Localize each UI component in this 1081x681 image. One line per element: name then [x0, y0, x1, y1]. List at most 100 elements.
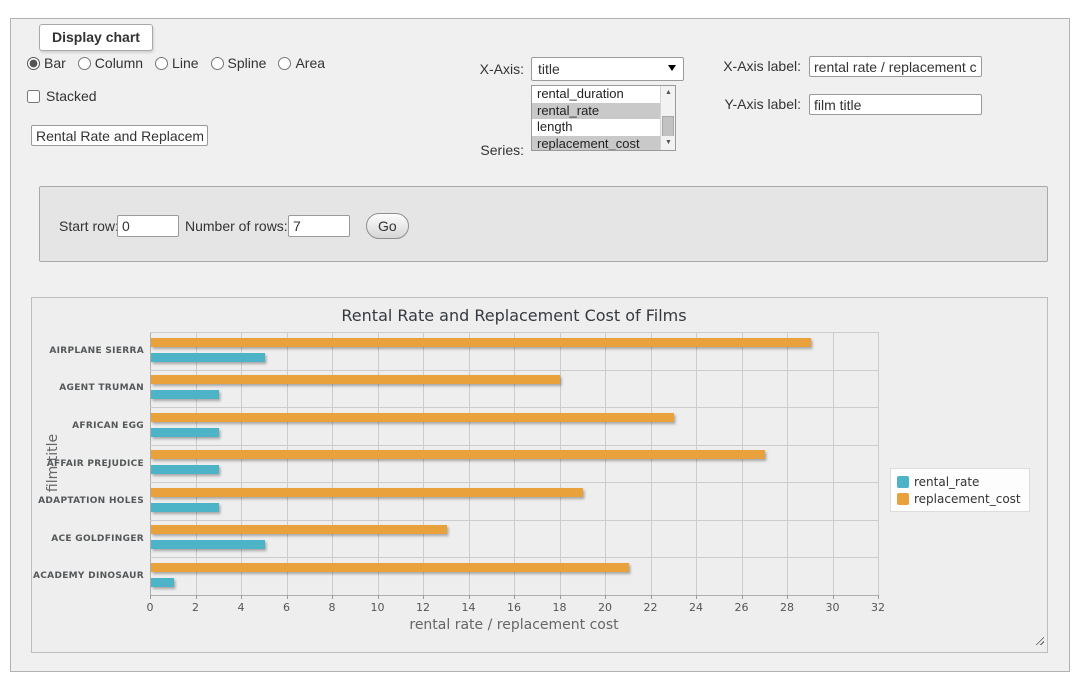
x-tick-label: 6 — [267, 601, 307, 614]
x-tick-label: 14 — [449, 601, 489, 614]
x-tick-label: 2 — [176, 601, 216, 614]
chart-type-radio-bar[interactable] — [27, 57, 40, 70]
x-tick-label: 20 — [585, 601, 625, 614]
bar-replacement_cost[interactable] — [151, 413, 674, 422]
x-tick-mark — [833, 595, 834, 599]
x-tick-mark — [742, 595, 743, 599]
scroll-down-icon[interactable]: ▼ — [661, 136, 676, 150]
x-tick-mark — [560, 595, 561, 599]
chart-container: Rental Rate and Replacement Cost of Film… — [31, 297, 1048, 653]
y-axis-label-input[interactable] — [809, 94, 982, 115]
resize-grip-icon[interactable] — [1033, 634, 1044, 645]
x-axis-label-caption: X-Axis label: — [651, 58, 801, 74]
x-tick-mark — [332, 595, 333, 599]
x-tick-mark — [241, 595, 242, 599]
chart-type-radio-label: Bar — [44, 55, 66, 71]
x-tick-mark — [514, 595, 515, 599]
x-tick-mark — [287, 595, 288, 599]
chart-type-radio-label: Area — [295, 55, 325, 71]
go-button[interactable]: Go — [366, 213, 409, 239]
plot-area — [150, 332, 878, 595]
chart-type-radio-label: Column — [95, 55, 143, 71]
x-tick-mark — [787, 595, 788, 599]
bar-replacement_cost[interactable] — [151, 375, 560, 384]
x-tick-mark — [469, 595, 470, 599]
x-tick-label: 16 — [494, 601, 534, 614]
category-label: AIRPLANE SIERRA — [32, 346, 144, 356]
legend-label: rental_rate — [914, 475, 979, 489]
category-label: AFFAIR PREJUDICE — [32, 459, 144, 469]
chart-type-radio-label: Spline — [228, 55, 267, 71]
chart-title-input[interactable] — [31, 125, 208, 146]
x-tick-mark — [150, 595, 151, 599]
chart-type-radios: Bar Column Line Spline Area — [27, 55, 333, 71]
chart-type-option-bar[interactable]: Bar — [27, 55, 66, 71]
x-axis-select-value: title — [538, 61, 560, 77]
series-list-label: Series: — [429, 142, 524, 158]
bar-rental_rate[interactable] — [151, 353, 265, 362]
x-tick-mark — [423, 595, 424, 599]
legend-label: replacement_cost — [914, 492, 1021, 506]
x-tick-label: 30 — [813, 601, 853, 614]
x-tick-label: 8 — [312, 601, 352, 614]
x-tick-mark — [196, 595, 197, 599]
x-axis-select-label: X-Axis: — [419, 61, 524, 77]
bar-replacement_cost[interactable] — [151, 488, 583, 497]
chart-type-option-line[interactable]: Line — [155, 55, 198, 71]
category-label: ACE GOLDFINGER — [32, 534, 144, 544]
start-row-label: Start row: — [59, 218, 119, 234]
series-listbox[interactable]: rental_durationrental_ratelengthreplacem… — [531, 85, 676, 151]
bar-replacement_cost[interactable] — [151, 338, 811, 347]
start-row-input[interactable] — [117, 215, 179, 237]
category-label: ACADEMY DINOSAUR — [32, 571, 144, 581]
row-range-panel: Start row: Number of rows: Go — [39, 186, 1048, 262]
bar-replacement_cost[interactable] — [151, 525, 447, 534]
bar-rental_rate[interactable] — [151, 465, 219, 474]
bar-rental_rate[interactable] — [151, 428, 219, 437]
chart-type-option-column[interactable]: Column — [78, 55, 143, 71]
fieldset-legend: Display chart — [39, 24, 153, 51]
stacked-label: Stacked — [46, 88, 97, 104]
number-of-rows-input[interactable] — [288, 215, 350, 237]
x-tick-label: 28 — [767, 601, 807, 614]
chart-type-radio-column[interactable] — [78, 57, 91, 70]
x-tick-label: 22 — [631, 601, 671, 614]
y-axis-label-caption: Y-Axis label: — [651, 96, 801, 112]
chart-type-option-area[interactable]: Area — [278, 55, 325, 71]
x-tick-label: 12 — [403, 601, 443, 614]
chart-type-radio-spline[interactable] — [211, 57, 224, 70]
x-tick-mark — [878, 595, 879, 599]
category-label: ADAPTATION HOLES — [32, 496, 144, 506]
chart-type-option-spline[interactable]: Spline — [211, 55, 267, 71]
x-tick-label: 4 — [221, 601, 261, 614]
chart-x-axis-title: rental rate / replacement cost — [150, 617, 878, 633]
chart-legend: rental_rate replacement_cost — [890, 468, 1030, 512]
chart-type-radio-area[interactable] — [278, 57, 291, 70]
bar-rental_rate[interactable] — [151, 578, 174, 587]
bar-replacement_cost[interactable] — [151, 450, 765, 459]
x-tick-label: 26 — [722, 601, 762, 614]
bar-replacement_cost[interactable] — [151, 563, 629, 572]
number-of-rows-label: Number of rows: — [185, 218, 288, 234]
x-tick-label: 24 — [676, 601, 716, 614]
x-tick-label: 32 — [858, 601, 898, 614]
bar-rental_rate[interactable] — [151, 540, 265, 549]
series-option-length[interactable]: length — [532, 119, 675, 136]
legend-swatch-icon — [897, 476, 909, 488]
legend-item-rental_rate[interactable]: rental_rate — [897, 473, 1021, 490]
legend-item-replacement_cost[interactable]: replacement_cost — [897, 490, 1021, 507]
x-tick-mark — [651, 595, 652, 599]
x-tick-mark — [696, 595, 697, 599]
display-chart-fieldset: Display chart Bar Column Line Spline Area St… — [10, 18, 1070, 672]
x-tick-mark — [605, 595, 606, 599]
legend-swatch-icon — [897, 493, 909, 505]
bar-rental_rate[interactable] — [151, 503, 219, 512]
x-axis-label-input[interactable] — [809, 56, 982, 77]
category-label: AFRICAN EGG — [32, 421, 144, 431]
bar-rental_rate[interactable] — [151, 390, 219, 399]
x-tick-mark — [378, 595, 379, 599]
series-option-replacement_cost[interactable]: replacement_cost — [532, 136, 675, 152]
chart-type-radio-label: Line — [172, 55, 198, 71]
chart-type-radio-line[interactable] — [155, 57, 168, 70]
stacked-checkbox[interactable] — [27, 90, 40, 103]
